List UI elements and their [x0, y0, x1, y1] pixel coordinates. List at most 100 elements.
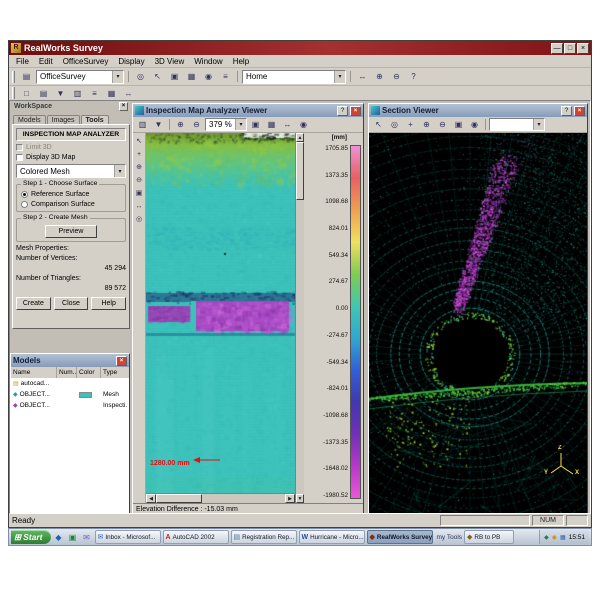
help-icon[interactable]: ?: [406, 70, 421, 83]
zoom-out-icon[interactable]: ⊖: [133, 174, 145, 186]
target-icon[interactable]: ◎: [133, 70, 148, 83]
vertical-scrollbar[interactable]: ▲ ▼: [295, 133, 304, 503]
clock[interactable]: 15:51: [569, 534, 585, 541]
zoom-combo[interactable]: 379 % ▾: [205, 118, 247, 131]
table-row[interactable]: ◆OBJECT... Inspecti...: [11, 400, 129, 411]
task-button-registration[interactable]: ▤ Registration Rep...: [231, 530, 297, 544]
grid-icon[interactable]: ▦: [184, 70, 199, 83]
task-button-autocad[interactable]: A AutoCAD 2002: [163, 530, 229, 544]
measure-icon[interactable]: ↔: [121, 87, 136, 100]
zoom-fit-icon[interactable]: ▣: [167, 70, 182, 83]
task-button-inbox[interactable]: ✉ Inbox - Microsof...: [95, 530, 161, 544]
save-icon[interactable]: ▼: [151, 118, 166, 131]
maximize-icon[interactable]: □: [564, 43, 576, 54]
measure-icon[interactable]: ↔: [280, 118, 295, 131]
section-combo[interactable]: ▾: [489, 118, 545, 131]
limit-3d-checkbox[interactable]: [16, 144, 23, 151]
pointer-icon[interactable]: ↖: [150, 70, 165, 83]
pan-icon[interactable]: +: [133, 148, 145, 160]
close-icon[interactable]: ×: [574, 106, 585, 116]
menu-3dview[interactable]: 3D View: [150, 57, 190, 66]
tab-images[interactable]: Images: [47, 115, 80, 124]
menu-file[interactable]: File: [11, 57, 34, 66]
zoom-in-icon[interactable]: ⊕: [133, 161, 145, 173]
tray-icon[interactable]: ▦: [560, 534, 566, 541]
zoom-fit-icon[interactable]: ▣: [133, 187, 145, 199]
display-3d-map-checkbox[interactable]: [16, 154, 23, 161]
scrollbar-thumb[interactable]: [296, 142, 304, 200]
menu-window[interactable]: Window: [189, 57, 227, 66]
comparison-surface-radio[interactable]: [21, 201, 28, 208]
quick-launch-icon[interactable]: ◆: [53, 533, 65, 542]
scroll-down-icon[interactable]: ▼: [296, 494, 304, 503]
new-icon[interactable]: □: [19, 87, 34, 100]
camera-icon[interactable]: ◉: [201, 70, 216, 83]
table-row[interactable]: ▤autocad...: [11, 378, 129, 389]
open-icon[interactable]: ▤: [36, 87, 51, 100]
inspection-heatmap[interactable]: [146, 133, 295, 493]
create-button[interactable]: Create: [16, 297, 51, 310]
close-icon[interactable]: ×: [350, 106, 361, 116]
menu-help[interactable]: Help: [228, 57, 254, 66]
close-button[interactable]: Close: [54, 297, 89, 310]
task-button-hurricane[interactable]: W Hurricane - Micro...: [299, 530, 365, 544]
tray-icon[interactable]: ◉: [552, 534, 557, 541]
tab-tools[interactable]: Tools: [81, 115, 109, 124]
camera-icon[interactable]: ◉: [296, 118, 311, 131]
help-icon[interactable]: ?: [561, 106, 572, 116]
pointer-icon[interactable]: ↖: [133, 135, 145, 147]
tab-models[interactable]: Models: [13, 115, 46, 124]
camera-icon[interactable]: ◉: [467, 118, 482, 131]
quick-launch-icon[interactable]: ▣: [67, 533, 79, 542]
zoom-out-icon[interactable]: ⊖: [189, 118, 204, 131]
measure-icon[interactable]: ↔: [355, 70, 370, 83]
chevron-down-icon[interactable]: ▾: [112, 71, 123, 83]
chevron-down-icon[interactable]: ▾: [114, 165, 125, 177]
view-combo[interactable]: Home ▾: [242, 70, 346, 84]
mesh-type-combo[interactable]: Colored Mesh ▾: [16, 164, 126, 178]
reference-surface-radio[interactable]: [21, 191, 28, 198]
scroll-right-icon[interactable]: ▶: [285, 494, 295, 503]
minimize-icon[interactable]: —: [551, 43, 563, 54]
inspection-map-canvas[interactable]: ◀ ▶ 1280.00 mm: [146, 133, 295, 503]
menu-officesurvey[interactable]: OfficeSurvey: [58, 57, 114, 66]
help-icon[interactable]: ?: [337, 106, 348, 116]
zoom-in-icon[interactable]: ⊕: [173, 118, 188, 131]
my-tools-label[interactable]: my Tools: [437, 534, 463, 541]
open-icon[interactable]: ▤: [19, 70, 34, 83]
layers-icon[interactable]: ≡: [87, 87, 102, 100]
print-icon[interactable]: ▥: [70, 87, 85, 100]
column-type[interactable]: Type: [101, 367, 127, 378]
chevron-down-icon[interactable]: ▾: [235, 119, 246, 131]
zoom-fit-icon[interactable]: ▣: [248, 118, 263, 131]
preview-button[interactable]: Preview: [45, 225, 97, 238]
chevron-down-icon[interactable]: ▾: [533, 119, 544, 131]
column-name[interactable]: Name: [11, 367, 57, 378]
column-num[interactable]: Num...: [57, 367, 77, 378]
column-color[interactable]: Color: [77, 367, 101, 378]
pointer-icon[interactable]: ↖: [371, 118, 386, 131]
horizontal-scrollbar[interactable]: ◀ ▶: [146, 493, 295, 503]
print-icon[interactable]: ▥: [135, 118, 150, 131]
tray-icon[interactable]: ◆: [544, 534, 549, 541]
zoom-in-icon[interactable]: ⊕: [372, 70, 387, 83]
scroll-left-icon[interactable]: ◀: [146, 494, 156, 503]
zoom-out-icon[interactable]: ⊖: [435, 118, 450, 131]
table-row[interactable]: ◆OBJECT... Mesh: [11, 389, 129, 400]
task-button-realworks[interactable]: ◆ RealWorks Survey: [367, 530, 433, 544]
help-button[interactable]: Help: [91, 297, 126, 310]
start-button[interactable]: ⊞ Start: [11, 530, 51, 544]
zoom-fit-icon[interactable]: ▣: [451, 118, 466, 131]
pan-icon[interactable]: +: [403, 118, 418, 131]
zoom-in-icon[interactable]: ⊕: [419, 118, 434, 131]
menu-display[interactable]: Display: [113, 57, 149, 66]
officesurvey-combo[interactable]: OfficeSurvey ▾: [36, 70, 124, 84]
close-icon[interactable]: ×: [577, 43, 589, 54]
menu-edit[interactable]: Edit: [34, 57, 58, 66]
grid-icon[interactable]: ▦: [104, 87, 119, 100]
grid-icon[interactable]: ▦: [264, 118, 279, 131]
target-icon[interactable]: ◎: [133, 213, 145, 225]
tunnel-pointcloud[interactable]: [369, 133, 587, 514]
layers-icon[interactable]: ≡: [218, 70, 233, 83]
task-button-rbtopb[interactable]: ◆ RB to PB: [464, 530, 514, 544]
